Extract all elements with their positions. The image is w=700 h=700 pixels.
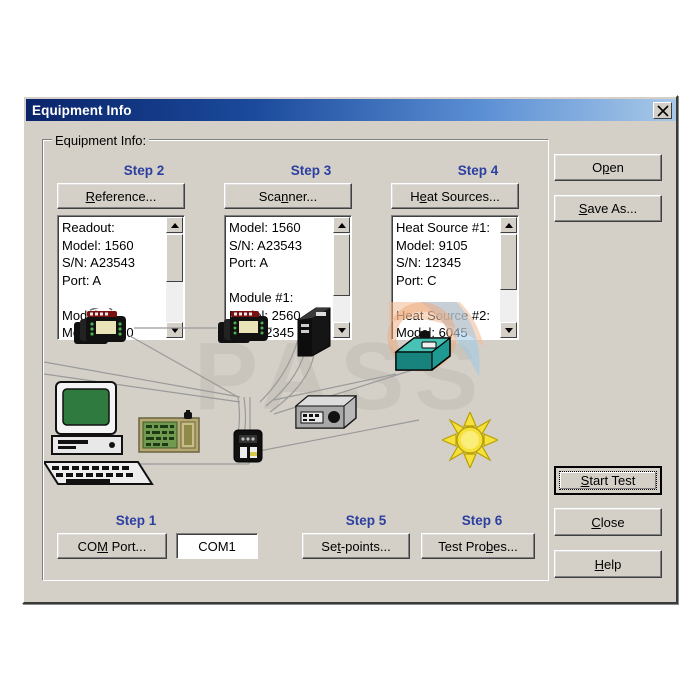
open-button[interactable]: Open [554, 154, 662, 181]
scrollbar-thumb[interactable] [500, 234, 517, 290]
test-probes-button-label: Test Probes... [438, 538, 518, 554]
thermometer-readout-stack-icon [74, 308, 126, 344]
chevron-up-icon [337, 222, 346, 228]
scroll-up-button[interactable] [333, 217, 350, 233]
test-probes-button[interactable]: Test Probes... [421, 533, 535, 559]
dialog-titlebar[interactable]: Equipment Info [26, 99, 676, 121]
step-6-label: Step 6 [461, 513, 503, 528]
heat-sources-button-label: Heat Sources... [410, 188, 500, 204]
dialog-title: Equipment Info [32, 102, 132, 118]
close-button[interactable] [653, 101, 672, 119]
help-button-label: Help [594, 556, 622, 572]
scanner-button-label: Scanner... [258, 188, 318, 204]
benchtop-instrument-icon [294, 395, 358, 429]
scroll-up-button[interactable] [166, 217, 183, 233]
scanner-button[interactable]: Scanner... [224, 183, 352, 209]
equipment-diagram: PASS [44, 302, 528, 502]
scanner-tower-icon [297, 307, 331, 357]
scrollbar-thumb[interactable] [166, 234, 183, 282]
help-button[interactable]: Help [554, 550, 662, 578]
scrollbar-thumb[interactable] [333, 234, 350, 296]
com-port-button-label: COM Port... [77, 538, 147, 554]
chevron-up-icon [170, 222, 179, 228]
lcd-meter-icon [138, 410, 200, 453]
screenshot-root: Equipment Info Equipment Info: Step 2 Re… [0, 0, 700, 700]
save-as-button-label: Save As... [578, 201, 638, 216]
set-points-button-label: Set-points... [321, 538, 391, 554]
com-port-value-field[interactable]: COM1 [176, 533, 258, 559]
open-button-label: Open [592, 160, 624, 175]
save-as-button[interactable]: Save As... [554, 195, 662, 222]
equipment-info-dialog: Equipment Info Equipment Info: Step 2 Re… [22, 95, 678, 604]
com-port-button[interactable]: COM Port... [57, 533, 167, 559]
step-5-label: Step 5 [345, 513, 387, 528]
close-dialog-button[interactable]: Close [554, 508, 662, 536]
set-points-button[interactable]: Set-points... [302, 533, 410, 559]
step-4-label: Step 4 [457, 163, 499, 178]
step-2-label: Step 2 [123, 163, 165, 178]
groupbox-label: Equipment Info: [52, 133, 150, 148]
reference-button[interactable]: Reference... [57, 183, 185, 209]
scroll-up-button[interactable] [500, 217, 517, 233]
step-1-label: Step 1 [115, 513, 157, 528]
step-3-label: Step 3 [290, 163, 332, 178]
heat-sources-button[interactable]: Heat Sources... [391, 183, 519, 209]
start-test-button-label: Start Test [580, 473, 636, 488]
close-button-label: Close [591, 514, 625, 530]
junction-box-icon [233, 429, 263, 463]
start-test-button[interactable]: Start Test [554, 466, 662, 495]
start-test-button-inner: Start Test [559, 471, 657, 490]
teal-dry-well-icon [394, 331, 452, 371]
thermometer-readout-stack-2-icon [218, 311, 268, 343]
reference-button-label: Reference... [85, 188, 157, 204]
chevron-up-icon [504, 222, 513, 228]
sun-heat-source-icon [442, 412, 498, 468]
